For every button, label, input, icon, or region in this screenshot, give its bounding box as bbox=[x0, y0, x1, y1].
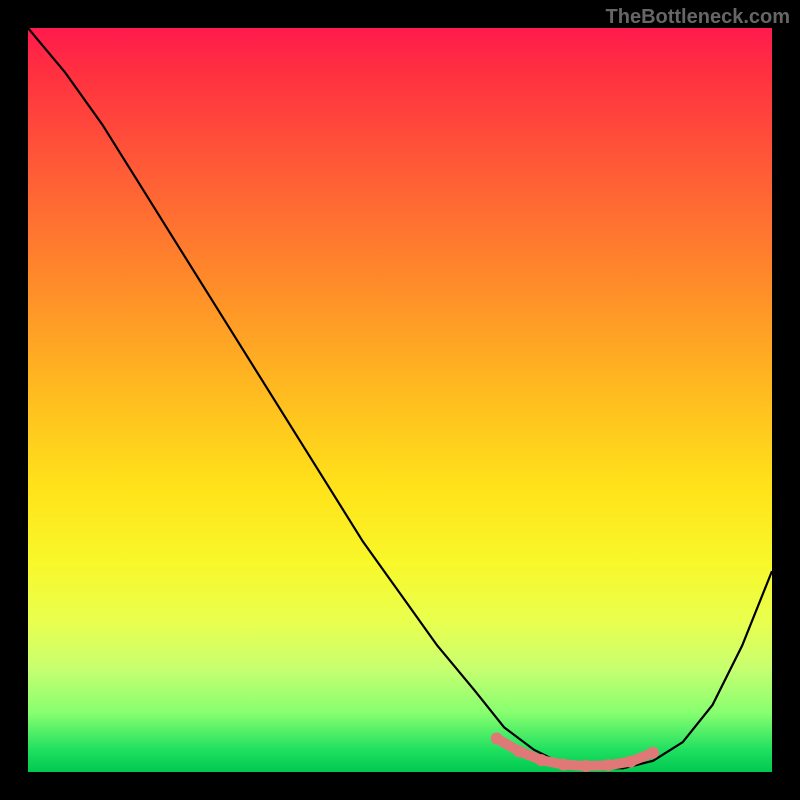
bottleneck-curve-path bbox=[28, 28, 772, 768]
marker-dot bbox=[647, 747, 659, 759]
marker-dot bbox=[558, 759, 570, 771]
chart-plot-area bbox=[28, 28, 772, 772]
marker-dot bbox=[491, 733, 503, 745]
marker-dot bbox=[513, 745, 525, 757]
marker-dot bbox=[602, 759, 614, 771]
chart-svg bbox=[28, 28, 772, 772]
marker-dot bbox=[535, 754, 547, 766]
marker-dot bbox=[580, 760, 592, 772]
watermark-text: TheBottleneck.com bbox=[606, 6, 790, 29]
marker-dot bbox=[625, 756, 637, 768]
